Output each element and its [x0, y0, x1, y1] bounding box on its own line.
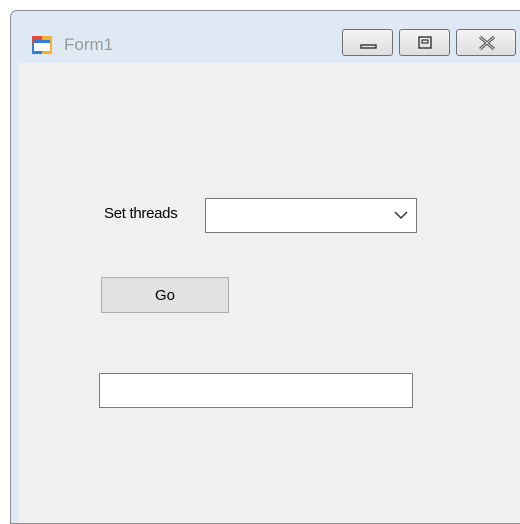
- app-icon: [32, 36, 52, 54]
- minimize-button[interactable]: [342, 29, 393, 56]
- chevron-down-icon[interactable]: [394, 211, 408, 220]
- minimize-icon: [360, 44, 377, 49]
- close-button[interactable]: [456, 29, 516, 56]
- maximize-icon: [418, 36, 432, 49]
- window-title: Form1: [64, 35, 114, 54]
- title-bar[interactable]: Form1: [11, 11, 520, 63]
- output-textbox[interactable]: [99, 373, 413, 408]
- form-client-area: Set threads Go: [18, 63, 520, 523]
- maximize-button[interactable]: [399, 29, 450, 56]
- threads-combobox[interactable]: [205, 198, 417, 233]
- close-icon: [479, 35, 495, 51]
- form-window: Form1 Set threads Go: [10, 10, 520, 524]
- threads-label: Set threads: [104, 205, 178, 222]
- go-button[interactable]: Go: [101, 277, 229, 313]
